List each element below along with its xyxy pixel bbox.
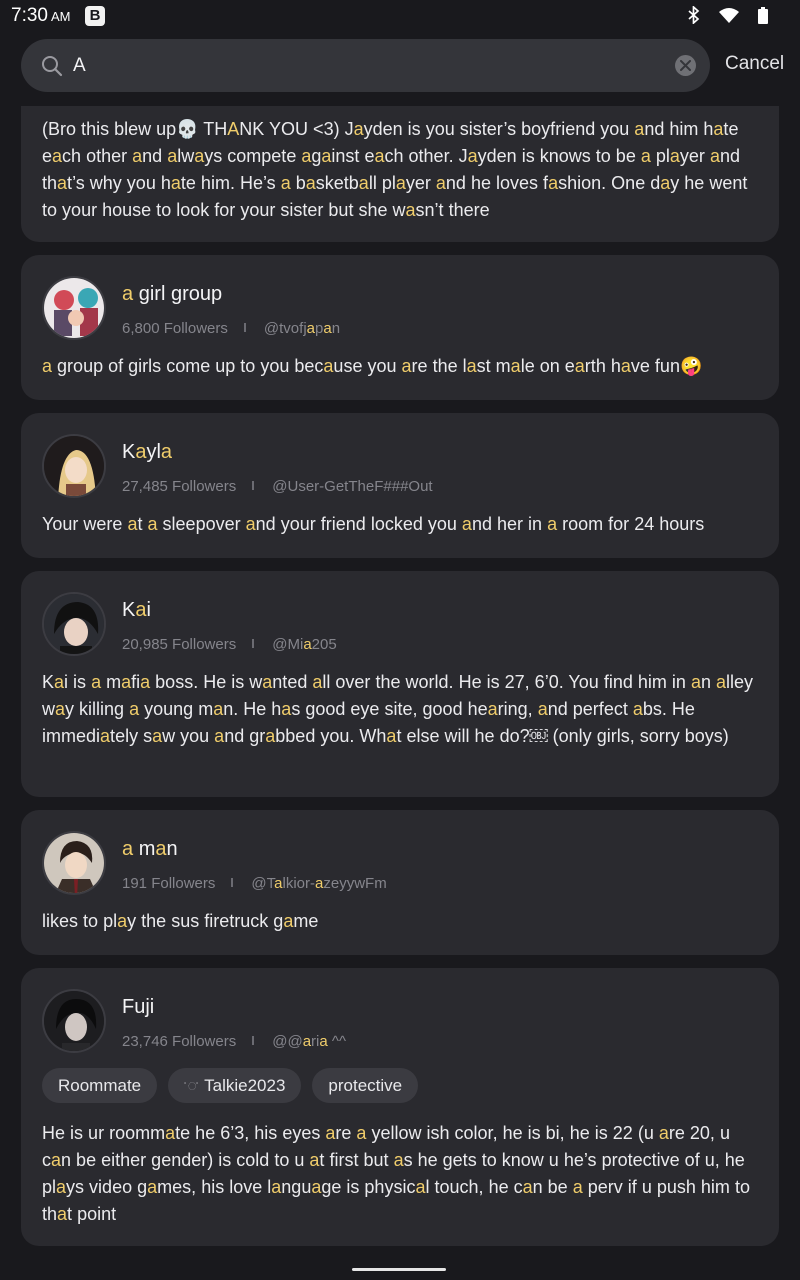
app-badge-icon: B bbox=[85, 6, 105, 26]
followers-count: 23,746 Followers bbox=[122, 1033, 237, 1050]
followers-count: 27,485 Followers bbox=[122, 478, 237, 495]
avatar[interactable] bbox=[42, 989, 106, 1053]
tag-chip[interactable]: protective bbox=[312, 1068, 419, 1103]
card-description: Your were at a sleepover and your friend… bbox=[42, 514, 705, 534]
creator-handle[interactable]: @Mia205 bbox=[272, 636, 336, 653]
creator-handle[interactable]: @tvofjapan bbox=[264, 320, 340, 337]
wifi-icon bbox=[718, 7, 740, 24]
followers-count: 191 Followers bbox=[122, 875, 216, 892]
card-meta: 191 Followers @Talkior-azeyywFm bbox=[122, 875, 387, 892]
card-meta: 27,485 Followers @User-GetTheF###Out bbox=[122, 478, 433, 495]
home-indicator[interactable] bbox=[352, 1268, 446, 1271]
card-description: He is ur roommate he 6’3, his eyes are a… bbox=[42, 1123, 750, 1224]
result-card[interactable]: a girl group 6,800 Followers @tvofjapan a… bbox=[21, 255, 779, 400]
cancel-button[interactable]: Cancel bbox=[725, 53, 784, 75]
search-input[interactable] bbox=[73, 39, 663, 92]
avatar[interactable] bbox=[42, 276, 106, 340]
result-card[interactable]: Kayla 27,485 Followers @User-GetTheF###Ou… bbox=[21, 413, 779, 558]
meta-divider bbox=[252, 481, 255, 490]
results-list[interactable]: (Bro this blew up💀 THANK YOU <3) Jayden … bbox=[0, 106, 800, 1256]
creator-handle[interactable]: @@aria ^^ bbox=[272, 1033, 346, 1050]
status-time: 7:30 AM bbox=[11, 5, 71, 26]
card-description: likes to play the sus firetruck game bbox=[42, 911, 319, 931]
avatar[interactable] bbox=[42, 592, 106, 656]
battery-icon bbox=[758, 6, 768, 24]
card-description: a group of girls come up to you because … bbox=[42, 356, 703, 376]
card-meta: 6,800 Followers @tvofjapan bbox=[122, 320, 340, 337]
card-meta: 23,746 Followers @@aria ^^ bbox=[122, 1033, 346, 1050]
result-card[interactable]: (Bro this blew up💀 THANK YOU <3) Jayden … bbox=[21, 106, 779, 242]
search-bar[interactable] bbox=[21, 39, 710, 92]
meta-divider bbox=[243, 323, 246, 332]
search-icon bbox=[41, 55, 63, 82]
meta-divider bbox=[231, 878, 234, 887]
meta-divider bbox=[252, 639, 255, 648]
tag-label: Talkie2023 bbox=[204, 1076, 286, 1095]
avatar[interactable] bbox=[42, 434, 106, 498]
clear-search-icon[interactable] bbox=[675, 55, 696, 76]
avatar[interactable] bbox=[42, 831, 106, 895]
followers-count: 20,985 Followers bbox=[122, 636, 237, 653]
result-card[interactable]: Fuji 23,746 Followers @@aria ^^ Roommate … bbox=[21, 968, 779, 1246]
meta-divider bbox=[252, 1036, 255, 1045]
character-name[interactable]: a girl group bbox=[122, 283, 222, 306]
creator-handle[interactable]: @User-GetTheF###Out bbox=[272, 478, 432, 495]
character-name[interactable]: a man bbox=[122, 838, 178, 861]
status-bar: 7:30 AM B bbox=[0, 0, 800, 32]
tag-chip[interactable]: Roommate bbox=[42, 1068, 158, 1103]
followers-count: 6,800 Followers bbox=[122, 320, 228, 337]
result-card[interactable]: Kai 20,985 Followers @Mia205 Kai is a maf… bbox=[21, 571, 779, 797]
character-name[interactable]: Kayla bbox=[122, 441, 172, 464]
card-description: Kai is a mafia boss. He is wanted all ov… bbox=[42, 672, 754, 746]
card-description: (Bro this blew up💀 THANK YOU <3) Jayden … bbox=[42, 119, 748, 220]
tag-list: Roommate ﾟ◌ﾟ Talkie2023 protective bbox=[42, 1068, 419, 1103]
tag-chip[interactable]: ﾟ◌ﾟ Talkie2023 bbox=[168, 1068, 302, 1103]
character-name[interactable]: Fuji bbox=[122, 996, 154, 1019]
status-icons bbox=[688, 6, 768, 24]
result-card[interactable]: a man 191 Followers @Talkior-azeyywFm lik… bbox=[21, 810, 779, 955]
tag-prefix: ﾟ◌ﾟ bbox=[184, 1082, 201, 1091]
bluetooth-icon bbox=[688, 6, 700, 24]
character-name[interactable]: Kai bbox=[122, 599, 151, 622]
card-meta: 20,985 Followers @Mia205 bbox=[122, 636, 337, 653]
creator-handle[interactable]: @Talkior-azeyywFm bbox=[251, 875, 386, 892]
